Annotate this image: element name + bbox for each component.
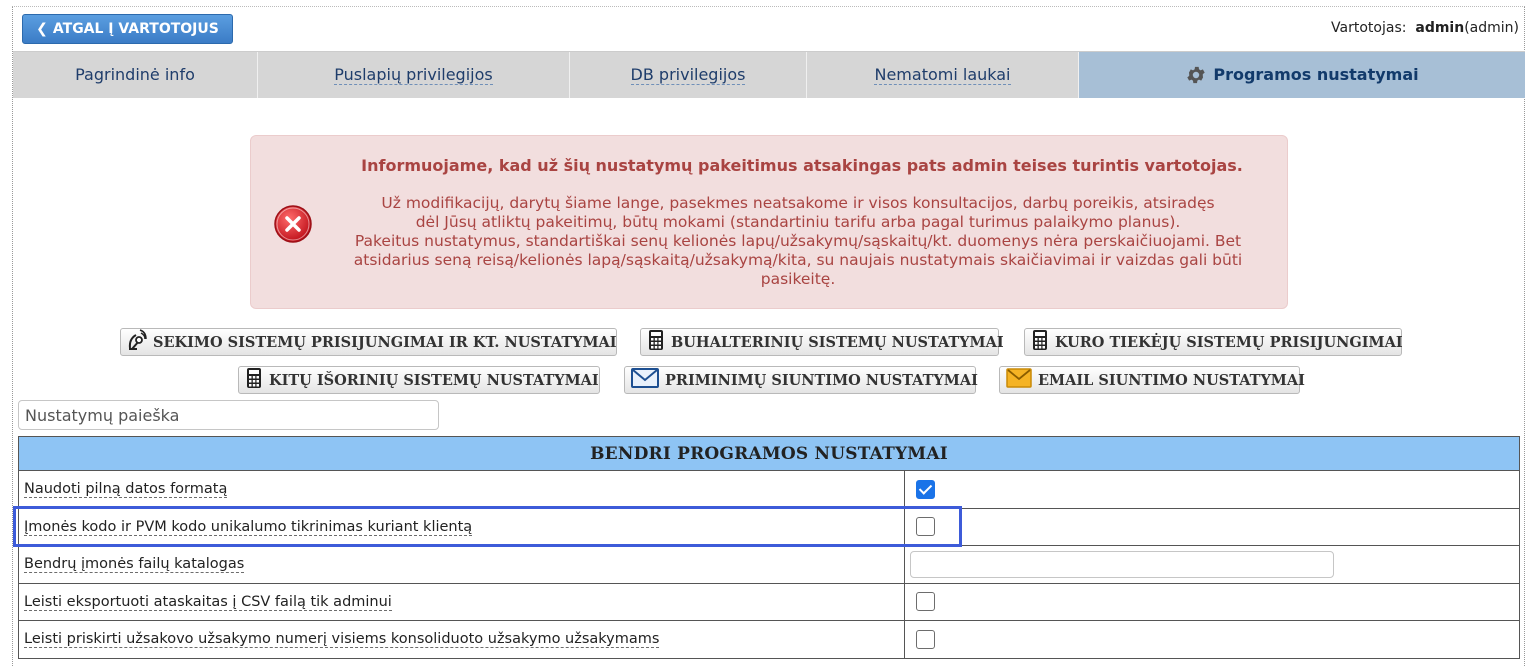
alert-line: Pakeitus nustatymus, standartiškai senų …: [354, 232, 1242, 250]
table-row: Leisti priskirti užsakovo užsakymo numer…: [18, 620, 1520, 659]
setting-value-cell: [904, 620, 1520, 659]
table-row: Leisti eksportuoti ataskaitas į CSV fail…: [18, 582, 1520, 621]
tab-label: Puslapių privilegijos: [334, 64, 493, 85]
alert-line: pasikeitę.: [760, 270, 836, 288]
satellite-icon: [127, 329, 147, 355]
setting-label: Leisti eksportuoti ataskaitas į CSV fail…: [24, 593, 392, 611]
setting-value-cell: [904, 582, 1520, 621]
setting-label-cell: Įmonės kodo ir PVM kodo unikalumo tikrin…: [18, 507, 905, 546]
tab-hidden-fields[interactable]: Nematomi laukai: [807, 52, 1079, 98]
gear-icon: [1185, 64, 1207, 86]
setting-label: Įmonės kodo ir PVM kodo unikalumo tikrin…: [24, 518, 473, 536]
tab-label: Nematomi laukai: [874, 64, 1011, 85]
email-sending-button[interactable]: EMAIL SIUNTIMO NUSTATYMAI: [999, 366, 1305, 394]
button-label: EMAIL SIUNTIMO NUSTATYMAI: [1038, 371, 1305, 389]
table-row: Įmonės kodo ir PVM kodo unikalumo tikrin…: [18, 507, 1520, 546]
tracking-systems-button[interactable]: SEKIMO SISTEMŲ PRISIJUNGIMAI IR KT. NUST…: [120, 328, 617, 356]
reminders-sending-button[interactable]: PRIMINIMŲ SIUNTIMO NUSTATYMAI: [624, 366, 978, 394]
user-prefix: Vartotojas:: [1331, 20, 1407, 36]
table-header-row: BENDRI PROGRAMOS NUSTATYMAI: [18, 436, 1520, 471]
warning-alert: Informuojame, kad už šių nustatymų pakei…: [250, 135, 1288, 309]
setting-value-cell: [904, 470, 1520, 509]
calculator-icon: [647, 329, 665, 355]
setting-value-cell: [904, 545, 1520, 584]
setting-label-cell: Leisti eksportuoti ataskaitas į CSV fail…: [18, 582, 905, 621]
alert-body: Už modifikacijų, darytų šiame lange, pas…: [319, 194, 1277, 289]
button-label: SEKIMO SISTEMŲ PRISIJUNGIMAI IR KT. NUST…: [153, 333, 617, 351]
button-label: PRIMINIMŲ SIUNTIMO NUSTATYMAI: [665, 371, 978, 389]
tab-bar: Pagrindinė info Puslapių privilegijos DB…: [13, 51, 1525, 98]
user-info: Vartotojas: admin(admin): [1331, 20, 1519, 36]
tab-page-privileges[interactable]: Puslapių privilegijos: [258, 52, 570, 98]
table-row: Bendrų įmonės failų katalogas: [18, 545, 1520, 584]
setting-label: Leisti priskirti užsakovo užsakymo numer…: [24, 631, 660, 649]
back-to-users-button[interactable]: ❮ ATGAL Į VARTOTOJUS: [22, 14, 233, 44]
calculator-icon: [1031, 329, 1049, 355]
alert-line: atsidarius seną reisą/kelionės lapą/sąsk…: [353, 251, 1243, 269]
user-name: admin: [1415, 20, 1465, 36]
tab-main-info[interactable]: Pagrindinė info: [13, 52, 258, 98]
setting-label-cell: Bendrų įmonės failų katalogas: [18, 545, 905, 584]
table-header: BENDRI PROGRAMOS NUSTATYMAI: [18, 436, 1520, 471]
accounting-systems-button[interactable]: BUHALTERINIŲ SISTEMŲ NUSTATYMAI: [640, 328, 1004, 356]
fuel-suppliers-button[interactable]: KURO TIEKĖJŲ SISTEMŲ PRISIJUNGIMAI: [1024, 328, 1403, 356]
general-settings-table: BENDRI PROGRAMOS NUSTATYMAI Naudoti piln…: [18, 436, 1520, 659]
setting-label-cell: Leisti priskirti užsakovo užsakymo numer…: [18, 620, 905, 659]
csv-export-admin-only-checkbox[interactable]: [916, 592, 935, 612]
calculator-icon: [245, 367, 263, 393]
setting-value-cell: [904, 507, 1520, 546]
error-icon: [273, 204, 313, 244]
setting-label: Bendrų įmonės failų katalogas: [24, 556, 245, 574]
settings-search-input[interactable]: [18, 400, 439, 430]
other-systems-button[interactable]: KITŲ IŠORINIŲ SISTEMŲ NUSTATYMAI: [238, 366, 600, 394]
button-label: KITŲ IŠORINIŲ SISTEMŲ NUSTATYMAI: [269, 371, 599, 389]
full-date-format-checkbox[interactable]: [916, 479, 935, 499]
company-code-uniqueness-checkbox[interactable]: [916, 517, 935, 537]
tab-label: Pagrindinė info: [75, 65, 195, 84]
tab-label: Programos nustatymai: [1213, 65, 1419, 84]
envelope-icon: [631, 368, 659, 392]
back-button-label: ATGAL Į VARTOTOJUS: [52, 21, 219, 37]
setting-label-cell: Naudoti pilną datos formatą: [18, 470, 905, 509]
chevron-left-icon: ❮: [36, 21, 48, 37]
alert-line: dėl Jūsų atliktų pakeitimų, būtų mokami …: [415, 213, 1181, 231]
alert-title: Informuojame, kad už šių nustatymų pakei…: [361, 156, 1243, 175]
button-label: KURO TIEKĖJŲ SISTEMŲ PRISIJUNGIMAI: [1055, 333, 1403, 351]
shared-files-directory-input[interactable]: [910, 550, 1334, 578]
alert-line: Už modifikacijų, darytų šiame lange, pas…: [381, 194, 1215, 212]
envelope-icon: [1006, 368, 1032, 392]
user-role: (admin): [1464, 20, 1519, 36]
tab-program-settings[interactable]: Programos nustatymai: [1079, 52, 1525, 98]
tab-label: DB privilegijos: [630, 64, 746, 85]
assign-order-number-checkbox[interactable]: [916, 629, 935, 649]
table-row: Naudoti pilną datos formatą: [18, 470, 1520, 509]
tab-db-privileges[interactable]: DB privilegijos: [570, 52, 807, 98]
button-label: BUHALTERINIŲ SISTEMŲ NUSTATYMAI: [671, 333, 1004, 351]
setting-label: Naudoti pilną datos formatą: [24, 481, 228, 499]
